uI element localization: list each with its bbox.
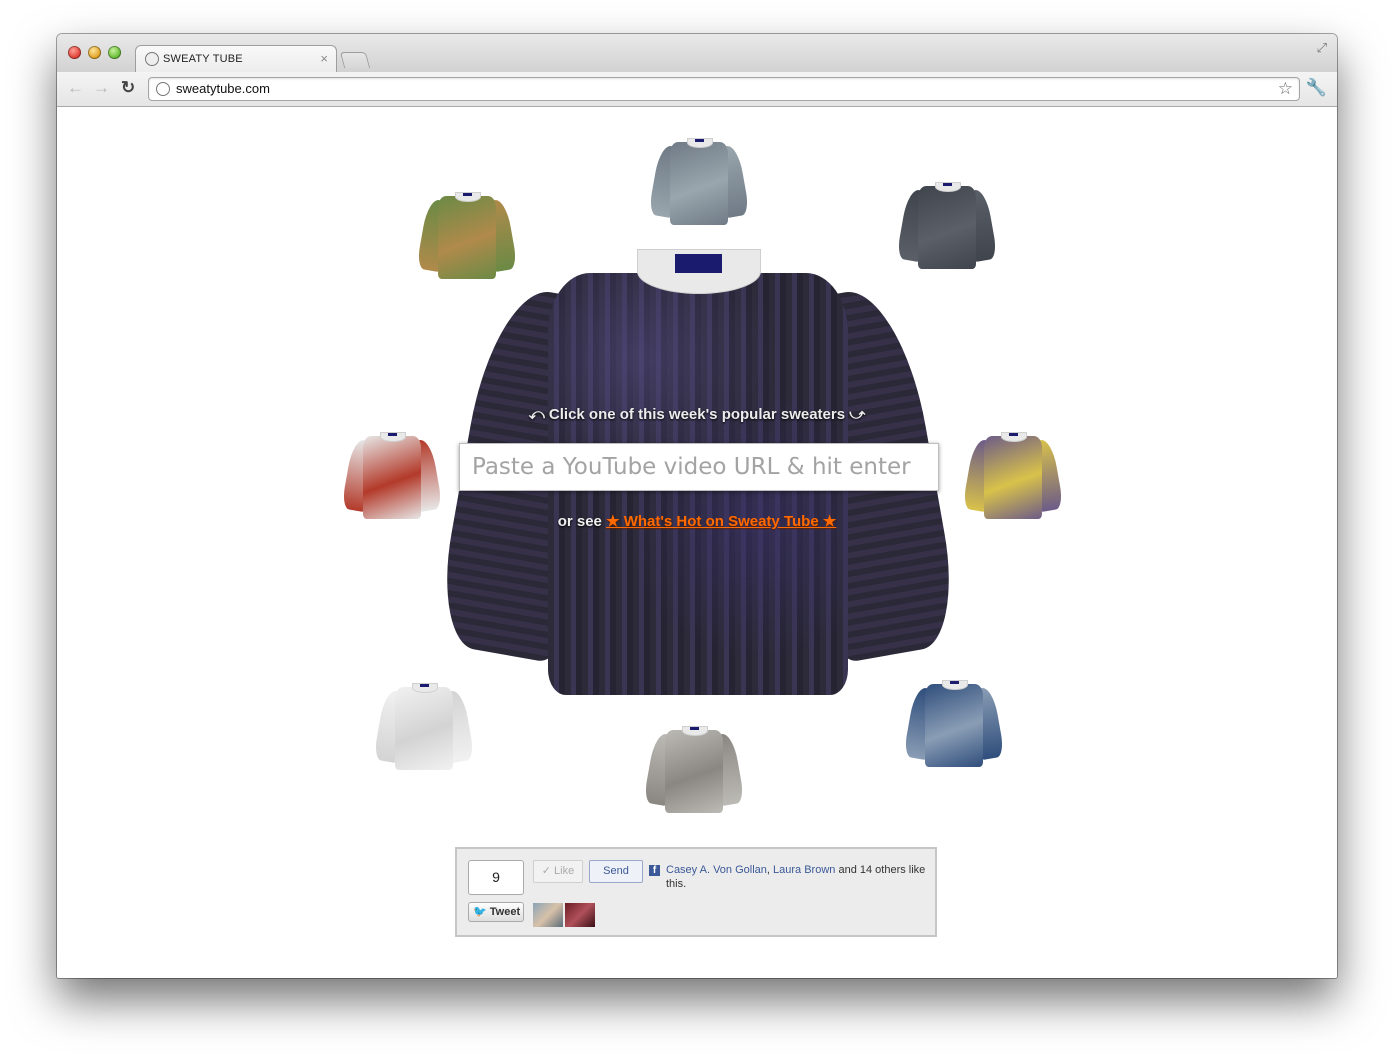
sweater-white-logo[interactable] bbox=[373, 678, 475, 772]
whats-hot-line: or see ★ What's Hot on Sweaty Tube ★ bbox=[57, 512, 1337, 530]
sweater-blue-cliff[interactable] bbox=[903, 675, 1005, 769]
fullscreen-icon[interactable]: ⤢ bbox=[1317, 40, 1327, 56]
forward-arrow-icon[interactable]: → bbox=[93, 78, 110, 98]
facebook-send-button[interactable]: Send bbox=[589, 860, 643, 883]
friend-avatar[interactable] bbox=[565, 903, 595, 927]
back-arrow-icon[interactable]: ← bbox=[67, 78, 84, 98]
facebook-icon: f bbox=[649, 865, 660, 876]
sweater-skyline[interactable] bbox=[648, 133, 750, 227]
popular-sweaters-prompt: ⤺ Click one of this week's popular sweat… bbox=[528, 406, 866, 423]
sweater-red-shirt[interactable] bbox=[341, 427, 443, 521]
sweater-couple-park[interactable] bbox=[416, 187, 518, 281]
whats-hot-link[interactable]: ★ What's Hot on Sweaty Tube ★ bbox=[606, 513, 836, 530]
friend-avatar[interactable] bbox=[533, 903, 563, 927]
reload-icon[interactable]: ↻ bbox=[121, 78, 135, 98]
bookmark-star-icon[interactable]: ☆ bbox=[1278, 79, 1293, 99]
facebook-like-button[interactable]: ✓ Like bbox=[533, 860, 583, 883]
sweater-rhino[interactable] bbox=[643, 721, 745, 815]
browser-window: SWEATY TUBE × ⤢ ← → ↻ sweatytube.com ☆ 🔧 bbox=[57, 34, 1337, 978]
youtube-url-input[interactable] bbox=[459, 443, 939, 491]
facebook-likes-text: Casey A. Von Gollan, Laura Brown and 14 … bbox=[666, 863, 932, 891]
tab-close-icon[interactable]: × bbox=[320, 51, 328, 66]
minimize-window-button[interactable] bbox=[88, 46, 101, 59]
tweet-label: Tweet bbox=[489, 906, 521, 918]
close-window-button[interactable] bbox=[68, 46, 81, 59]
sweater-night-stage[interactable] bbox=[896, 177, 998, 271]
page-content: ⤺ Click one of this week's popular sweat… bbox=[57, 107, 1337, 978]
wrench-icon[interactable]: 🔧 bbox=[1306, 78, 1327, 98]
title-bar: SWEATY TUBE × ⤢ bbox=[57, 34, 1337, 73]
address-bar[interactable]: sweatytube.com ☆ bbox=[148, 77, 1300, 101]
friend-link-2[interactable]: Laura Brown bbox=[773, 864, 835, 876]
tab-sweaty-tube[interactable]: SWEATY TUBE × bbox=[135, 45, 337, 73]
globe-icon bbox=[156, 82, 170, 96]
friend-link-1[interactable]: Casey A. Von Gollan bbox=[666, 864, 767, 876]
address-bar-url[interactable]: sweatytube.com bbox=[176, 81, 270, 96]
browser-toolbar: ← → ↻ sweatytube.com ☆ 🔧 bbox=[57, 72, 1337, 107]
zoom-window-button[interactable] bbox=[108, 46, 121, 59]
globe-icon bbox=[145, 52, 159, 66]
tweet-button[interactable]: 🐦 Tweet bbox=[468, 902, 524, 922]
tweet-count: 9 bbox=[468, 860, 524, 895]
sweater-purple-desert[interactable] bbox=[962, 427, 1064, 521]
or-see-label: or see bbox=[557, 513, 607, 530]
tab-title: SWEATY TUBE bbox=[163, 53, 243, 65]
social-share-box: 9 🐦 Tweet ✓ Like Send f Casey A. Von Gol… bbox=[455, 847, 937, 937]
new-tab-button[interactable] bbox=[339, 52, 371, 68]
twitter-bird-icon: 🐦 bbox=[473, 906, 487, 918]
